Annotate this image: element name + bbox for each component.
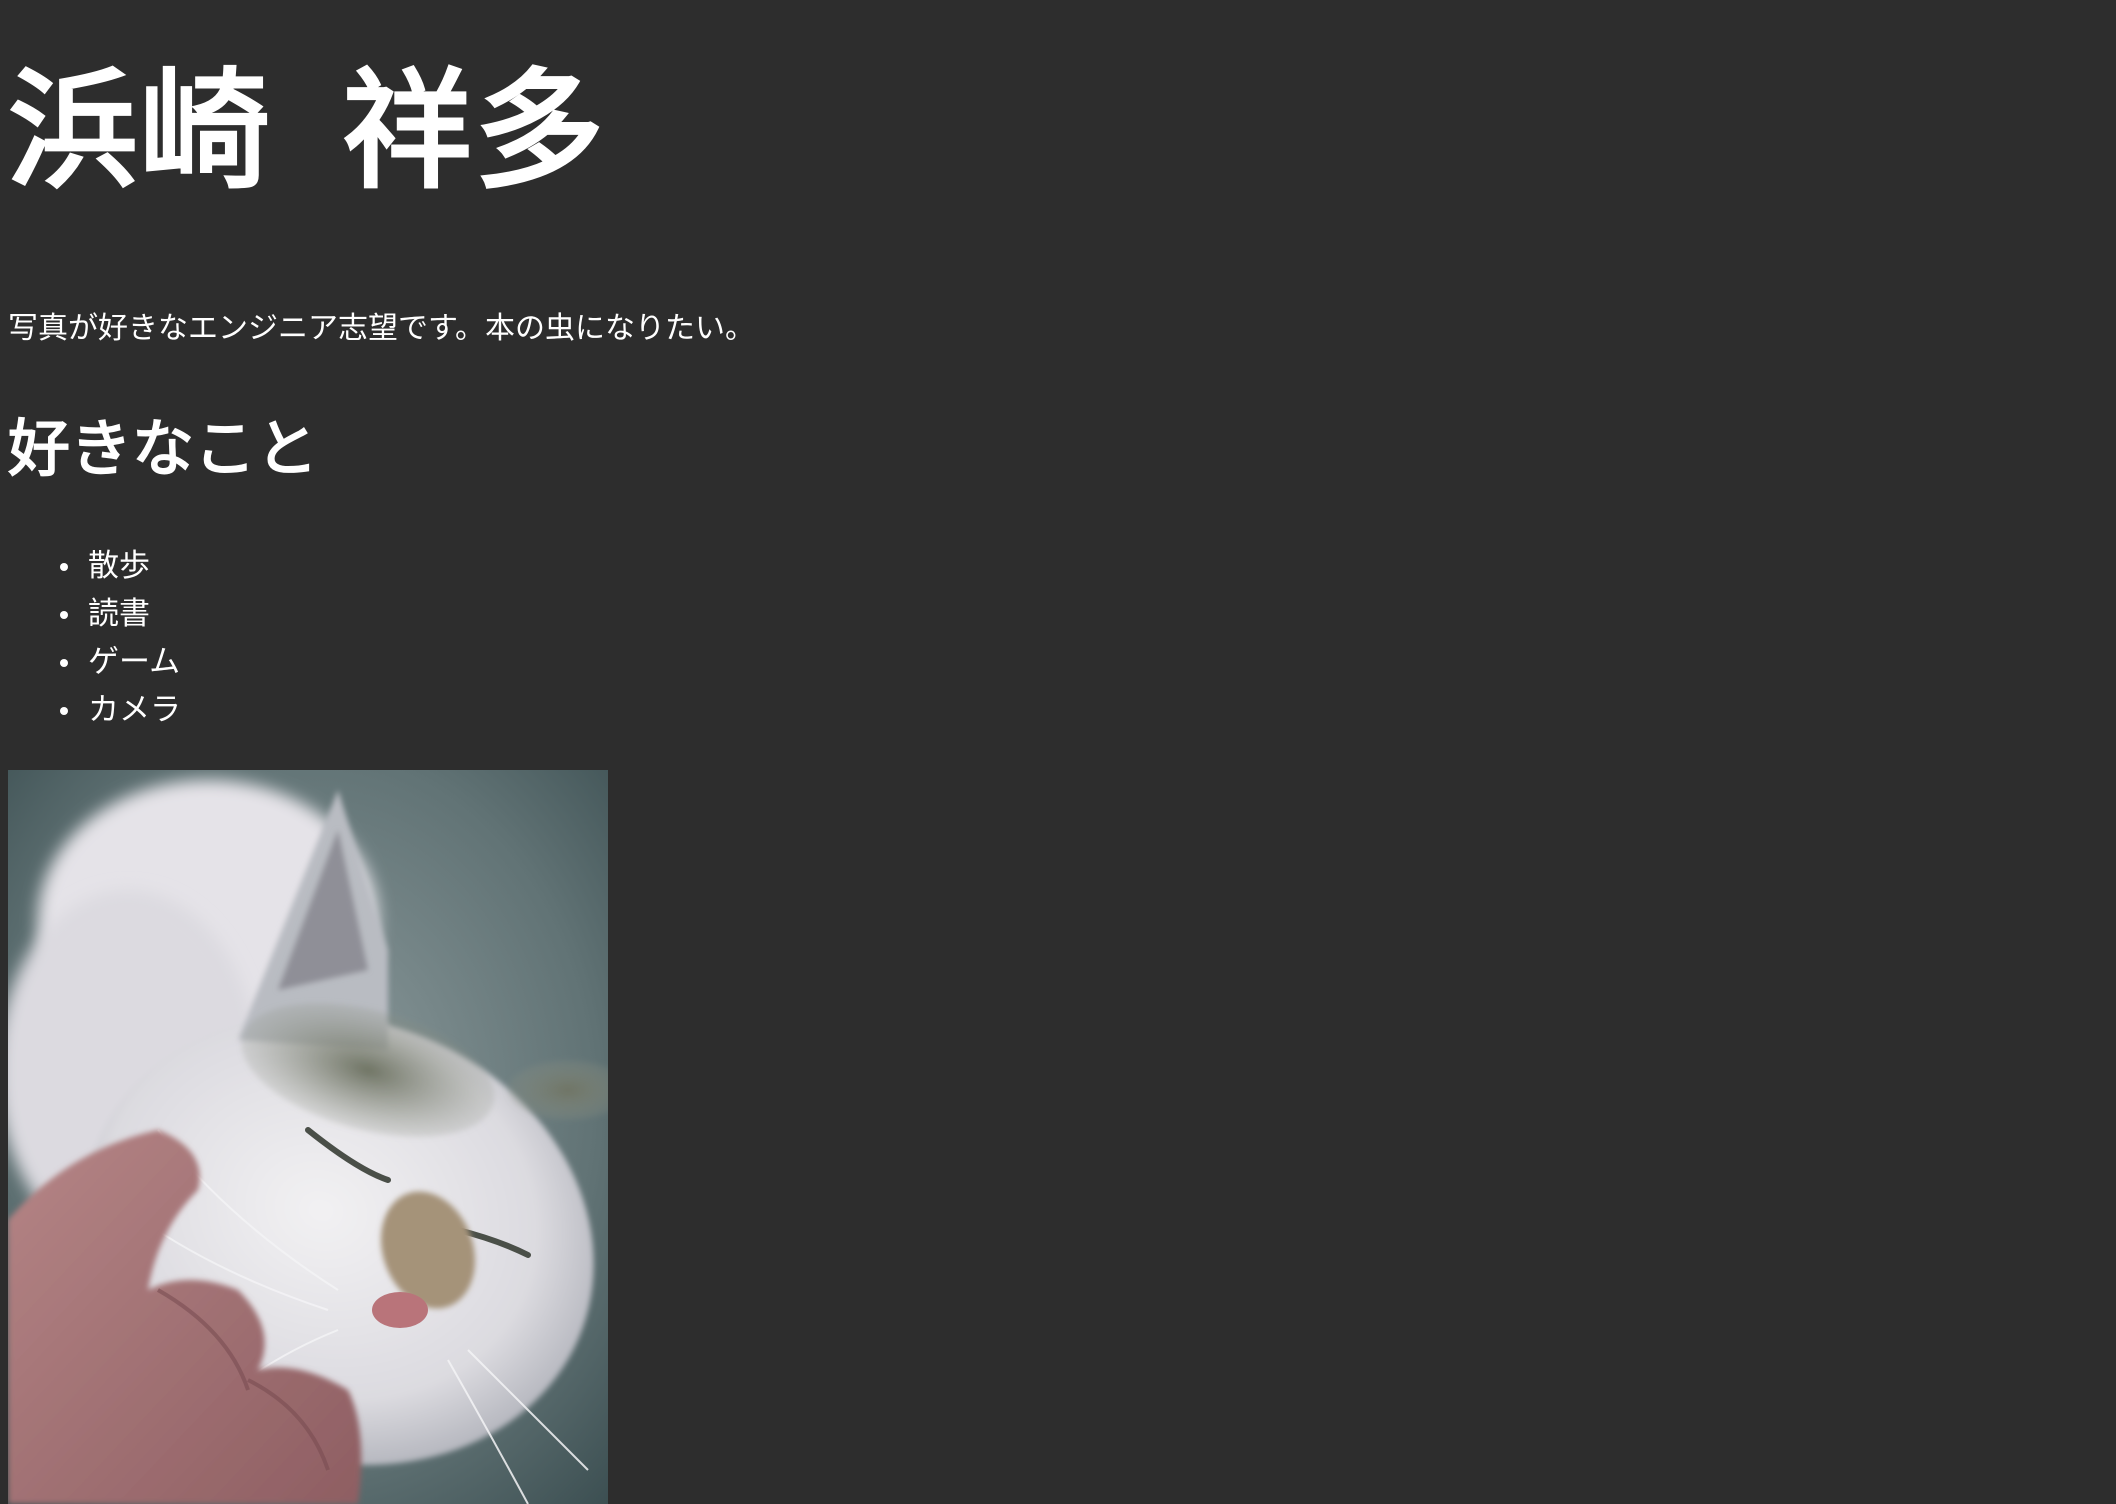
bullet-icon <box>60 563 68 571</box>
list-item-label: ゲーム <box>88 644 181 680</box>
list-item-label: 読書 <box>88 596 150 632</box>
page-title: 浜崎 祥多 <box>8 66 606 196</box>
list-item: カメラ <box>8 686 181 734</box>
cat-photo <box>8 770 608 1504</box>
list-item: 散歩 <box>8 542 181 590</box>
likes-list: 散歩 読書 ゲーム カメラ <box>8 542 181 734</box>
likes-heading: 好きなこと <box>8 412 319 485</box>
list-item-label: カメラ <box>88 692 181 728</box>
cat-photo-illustration <box>8 770 608 1504</box>
family-name: 浜崎 <box>8 55 273 207</box>
bullet-icon <box>60 611 68 619</box>
given-name: 祥多 <box>342 55 607 207</box>
bullet-icon <box>60 707 68 715</box>
list-item-label: 散歩 <box>88 548 150 584</box>
bio-text: 写真が好きなエンジニア志望です。本の虫になりたい。 <box>8 311 755 346</box>
bullet-icon <box>60 659 68 667</box>
list-item: ゲーム <box>8 638 181 686</box>
list-item: 読書 <box>8 590 181 638</box>
